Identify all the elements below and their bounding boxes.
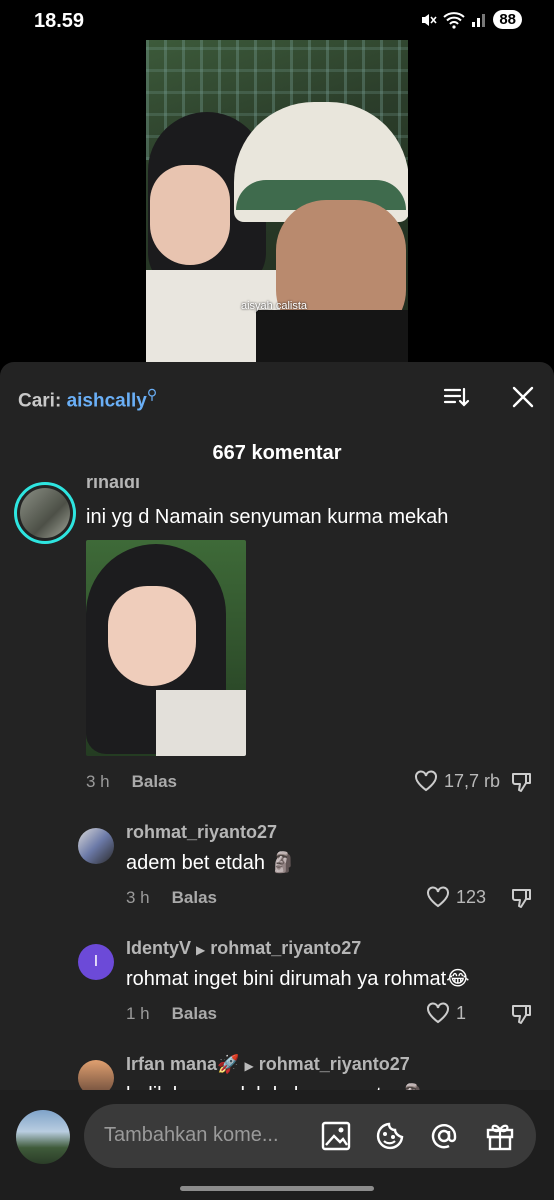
comment-username[interactable]: IdentyV — [126, 938, 191, 958]
video-person-left-face — [150, 165, 230, 265]
heart-icon — [427, 1002, 449, 1024]
home-indicator[interactable] — [180, 1186, 374, 1191]
close-icon[interactable] — [510, 384, 536, 410]
sheet-header: Cari: aishcally⚲ — [0, 362, 554, 434]
search-label: Cari: — [18, 390, 62, 412]
video-person-right-body — [256, 310, 408, 362]
comment-time: 3 h — [126, 888, 150, 907]
video-preview[interactable]: aisyah calista — [146, 40, 408, 362]
reply-arrow-icon: ▶ — [196, 943, 206, 957]
dislike-icon[interactable] — [510, 886, 534, 910]
like-button[interactable]: 123 — [426, 886, 486, 908]
status-bar: 18.59 88 — [0, 0, 554, 40]
avatar[interactable] — [78, 828, 114, 864]
like-count: 17,7 rb — [444, 770, 501, 791]
dislike-icon[interactable] — [510, 1002, 534, 1026]
avatar[interactable] — [14, 482, 76, 544]
comment-image[interactable] — [86, 540, 246, 756]
comment-count: 667 komentar — [212, 442, 342, 464]
video-caption: aisyah calista — [241, 300, 308, 312]
signal-icon — [472, 13, 486, 27]
comment-meta: 1 h Balas — [126, 1004, 217, 1024]
image-icon[interactable] — [320, 1120, 352, 1152]
reply-to-username[interactable]: rohmat_riyanto27 — [259, 1054, 410, 1074]
status-icons: 88 — [419, 10, 522, 29]
comment-username[interactable]: rinaldi — [86, 478, 140, 493]
search-icon: ⚲ — [146, 386, 158, 402]
status-time: 18.59 — [34, 10, 85, 32]
comment-username[interactable]: Irfan mana🚀 — [126, 1054, 239, 1074]
avatar[interactable] — [78, 1060, 114, 1090]
reply-arrow-icon: ▶ — [244, 1059, 254, 1073]
like-button[interactable]: 1 — [426, 1002, 466, 1024]
comment-header: Irfan mana🚀 ▶ rohmat_riyanto27 — [126, 1054, 410, 1075]
comment-input[interactable]: Tambahkan kome... — [84, 1104, 536, 1168]
comment-text: ini yg d Namain senyuman kurma mekah — [86, 506, 449, 528]
reply-button[interactable]: Balas — [172, 1004, 217, 1024]
heart-icon — [427, 886, 449, 908]
avatar[interactable] — [16, 1110, 70, 1164]
search-term[interactable]: aishcally — [67, 390, 147, 411]
wifi-icon — [443, 11, 465, 29]
dislike-icon[interactable] — [510, 770, 534, 794]
comment-meta: 3 h Balas — [126, 888, 217, 908]
comments-sheet: Cari: aishcally⚲ 667 komentar rinaldi in… — [0, 362, 554, 1200]
comment-input-bar: Tambahkan kome... — [0, 1090, 554, 1200]
comment-time: 3 h — [86, 772, 110, 791]
reply-button[interactable]: Balas — [132, 772, 177, 792]
reply-to-username[interactable]: rohmat_riyanto27 — [210, 938, 361, 958]
like-count: 1 — [456, 1002, 467, 1023]
comment-meta: 3 h Balas — [86, 772, 177, 792]
comment-time: 1 h — [126, 1004, 150, 1023]
avatar[interactable]: I — [78, 944, 114, 980]
comment-text: adem bet etdah 🗿 — [126, 852, 296, 874]
like-button[interactable]: 17,7 rb — [414, 770, 500, 792]
gift-icon[interactable] — [484, 1120, 516, 1152]
reply-button[interactable]: Balas — [172, 888, 217, 908]
like-count: 123 — [456, 886, 487, 907]
search-suggestion[interactable]: Cari: aishcally⚲ — [18, 386, 157, 412]
heart-icon — [415, 770, 437, 792]
battery-indicator: 88 — [493, 10, 522, 29]
comment-list[interactable]: rinaldi ini yg d Namain senyuman kurma m… — [0, 478, 554, 1090]
mention-icon[interactable] — [428, 1120, 460, 1152]
avatar-letter: I — [93, 953, 99, 970]
comment-header: IdentyV ▶ rohmat_riyanto27 — [126, 938, 361, 959]
comment-username[interactable]: rohmat_riyanto27 — [126, 822, 277, 843]
sort-icon[interactable] — [442, 384, 470, 412]
comment-input-placeholder: Tambahkan kome... — [104, 1124, 279, 1146]
mute-icon — [422, 13, 437, 26]
comment-text: rohmat inget bini dirumah ya rohmat😂 — [126, 968, 470, 990]
comment-text: balik bang udah kelamaan ntar🗿 — [126, 1082, 424, 1090]
emoji-icon[interactable] — [374, 1120, 406, 1152]
